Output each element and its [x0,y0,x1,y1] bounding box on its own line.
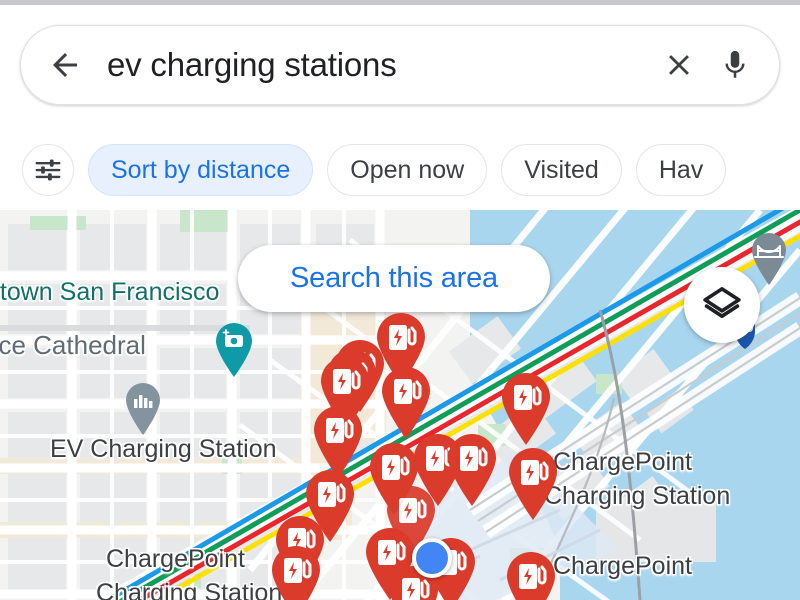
ev-charging-pin[interactable] [443,431,501,512]
chip-label: Visited [524,155,599,184]
status-bar-strip [0,0,800,5]
chip-visited[interactable]: Visited [501,144,622,196]
museum-pin[interactable] [122,380,164,441]
search-input[interactable]: ev charging stations [107,46,651,84]
maps-app-screen: ev charging stations Sort by distance Op… [0,0,800,600]
filter-chips-row: Sort by distance Open now Visited Hav [0,137,800,203]
ev-charging-pin-icon [382,367,430,439]
voice-search-button[interactable] [707,37,763,93]
search-this-area-label: Search this area [290,262,498,294]
microphone-icon [725,50,745,78]
bridge-pin[interactable] [748,230,790,291]
back-arrow-icon [53,53,77,77]
close-icon [669,55,689,75]
ev-charging-pin[interactable] [267,543,325,600]
ev-charging-pin[interactable] [504,445,562,526]
ev-charging-pin-icon [448,434,496,506]
chip-open-now[interactable]: Open now [327,144,488,196]
ev-charging-pin-icon [502,373,550,445]
ev-charging-pin[interactable] [497,370,555,451]
chip-sort-by-distance[interactable]: Sort by distance [88,144,314,196]
chip-label: Hav [658,155,704,184]
ev-charging-pin-icon [509,448,557,520]
back-button[interactable] [37,37,93,93]
layers-icon [703,287,741,319]
search-bar[interactable]: ev charging stations [20,25,780,105]
search-this-area-button[interactable]: Search this area [238,245,550,312]
tune-filter-icon [35,159,61,181]
chip-label: Sort by distance [111,155,291,184]
ev-charging-pin[interactable] [502,549,560,600]
ev-charging-pin-icon [272,546,320,600]
map-canvas[interactable]: 80 atown San Francisco ace Cathedral EV … [0,210,800,600]
clear-search-button[interactable] [651,37,707,93]
bridge-pin-icon [752,233,786,285]
chip-label: Open now [350,155,465,184]
photo-pin-icon [216,323,252,377]
museum-pin-icon [126,383,160,435]
photo-pin[interactable] [212,320,256,383]
map-layers-button[interactable] [684,267,760,343]
ev-charging-pin-icon [507,552,555,600]
filter-tune-button[interactable] [22,144,74,196]
chip-havent-visited[interactable]: Hav [635,144,727,196]
user-location-dot [412,538,452,578]
